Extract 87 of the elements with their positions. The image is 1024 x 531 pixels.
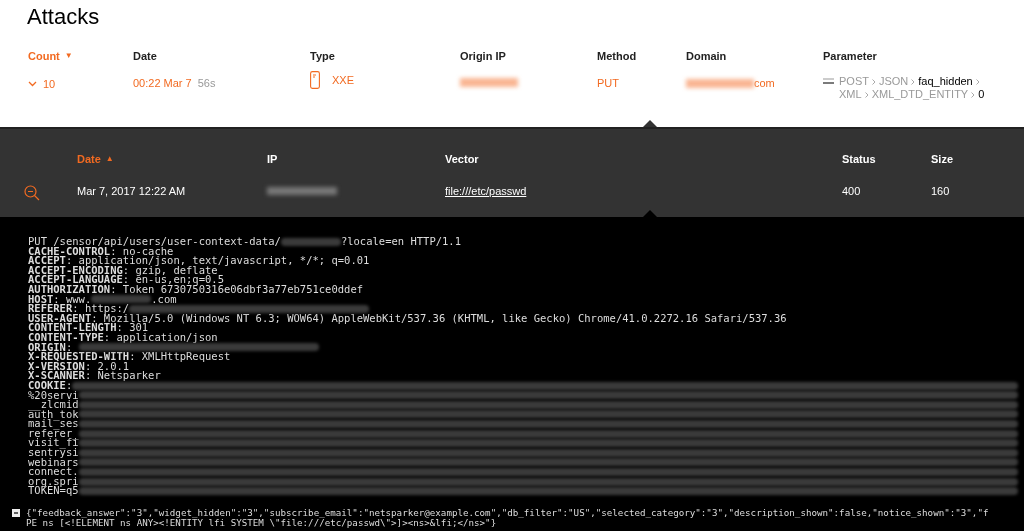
request-text: : Netsparker	[84, 371, 161, 381]
count: 10	[43, 77, 56, 92]
request-text: : Mozilla/5.0 (Windows NT 6.3; WOW64) AppleWebKit/537.36 (KHTML, like Gecko) Chrome/41.0.2272.16 Safari/537.36	[91, 313, 787, 324]
request-text: : no-cache	[110, 246, 174, 257]
vector-link[interactable]: file:///etc/passwd	[445, 184, 527, 197]
domain-suffix: com	[754, 76, 775, 91]
header-name: CACHE-CONTROL	[28, 246, 111, 257]
request-body-line: PE ns [<!ELEMENT ns ANY><!ENTITY lfi SYSTEM \"file:///etc/passwd\">]><ns>&lfi;</ns>"}	[26, 518, 497, 529]
request-text: PUT /sensor/api/users/user-context-data/	[28, 237, 281, 247]
redacted-block	[280, 237, 341, 246]
parameter-label: XML	[839, 88, 862, 101]
size: 160	[931, 183, 950, 199]
request-text: : 301	[116, 323, 149, 333]
request-text: : 2.0.1	[84, 361, 130, 372]
request-text: sentrysi	[28, 448, 79, 458]
attack-date: 00:22 Mar 7	[133, 76, 192, 91]
request-text: org.spri	[28, 476, 79, 487]
request-text: connect.	[28, 467, 79, 477]
column-header[interactable]: Method	[597, 48, 637, 65]
request-text: : Token 6730750316e06dbf3a77eb751ce0ddef	[110, 284, 364, 295]
request-text: : https:/	[72, 304, 130, 314]
detail-date: Mar 7, 2017 12:22 AM	[77, 183, 186, 199]
header-name: CONTENT-TYPE	[28, 332, 104, 343]
zoom-out-icon[interactable]	[24, 185, 40, 201]
request-text: TOKEN=q5	[28, 486, 79, 497]
request-text: : XMLHttpRequest	[129, 352, 231, 362]
header-name: X-SCANNER	[28, 371, 85, 381]
request-text: __zlcmid	[28, 400, 79, 410]
attack-age: 56s	[197, 76, 216, 91]
header-name: X-VERSION	[28, 361, 85, 372]
request-text: webinars	[28, 457, 79, 468]
header-name: X-REQUESTED-WITH	[28, 352, 130, 362]
parameter-icon	[823, 78, 834, 84]
column-header[interactable]: IP	[267, 151, 278, 168]
attack-type: XXE	[332, 72, 354, 88]
column-header[interactable]: Domain	[686, 48, 727, 65]
chevron-icon[interactable]	[28, 81, 37, 88]
column-header[interactable]: Type	[310, 48, 335, 65]
request-text: ?locale=en HTTP/1.1	[340, 237, 461, 247]
pointer-notch	[643, 210, 657, 217]
header-name: COOKIE	[28, 380, 66, 391]
header-name: AUTHORIZATION	[28, 284, 111, 295]
page-title: Attacks	[26, 3, 100, 30]
request-text: %20servi	[28, 390, 79, 401]
parameter-label: XML_DTD_ENTITY	[871, 88, 969, 101]
status: 400	[842, 183, 861, 199]
chevron-right-icon	[975, 79, 980, 85]
parameter-label: faq_hidden	[918, 75, 973, 88]
request-text: : application/json, text/javascript, */*; q=0.01	[65, 256, 370, 266]
header-name: ORIGIN	[28, 342, 66, 353]
chevron-right-icon	[871, 79, 876, 85]
header-name: HOST	[28, 294, 54, 305]
request-text: : application/json	[103, 332, 218, 343]
column-header[interactable]: Size	[931, 151, 953, 168]
header-name: CONTENT-LENGTH	[28, 323, 117, 333]
request-text: : gzip, deflate	[122, 265, 218, 276]
redacted-domain	[686, 78, 754, 88]
request-text: .com	[151, 294, 177, 305]
parameter-label: JSON	[878, 75, 909, 88]
column-header[interactable]: Status	[842, 151, 876, 168]
column-header[interactable]: Parameter	[823, 48, 877, 65]
chevron-right-icon	[864, 92, 869, 98]
column-header[interactable]: Date	[133, 48, 157, 65]
device-icon	[310, 71, 320, 89]
request-body-line: {"feedback_answer":"3","widget_hidden":"3","subscribe_email":"netsparker@example.com","db_filter":"US","selected_category":"3","description_shown":false,"notice_shown":"3","f	[26, 508, 989, 519]
header-name: ACCEPT	[28, 256, 66, 266]
request-text: :	[65, 342, 73, 353]
collapse-icon[interactable]	[12, 509, 20, 518]
chevron-right-icon	[971, 92, 976, 98]
request-text: auth_tok	[28, 409, 79, 420]
request-text: mail_ses	[28, 419, 79, 429]
header-name: REFERER	[28, 304, 73, 314]
request-text: visit_fi	[28, 438, 79, 449]
column-header[interactable]: Origin IP	[460, 48, 506, 65]
column-header[interactable]: Vector	[445, 151, 479, 168]
parameter-label: POST	[839, 75, 869, 88]
chevron-right-icon	[911, 79, 916, 85]
request-text: : en-us,en;q=0.5	[122, 275, 224, 285]
request-text: referer_	[28, 428, 79, 439]
parameter-label: 0	[978, 88, 985, 101]
header-name: ACCEPT-ENCODING	[28, 265, 123, 276]
request-text: : www.	[53, 294, 92, 305]
request-text: :	[65, 380, 73, 391]
header-name: USER-AGENT	[28, 313, 92, 324]
column-header[interactable]: Date ▲	[77, 151, 114, 168]
method: PUT	[597, 76, 619, 91]
header-name: ACCEPT-LANGUAGE	[28, 275, 123, 285]
